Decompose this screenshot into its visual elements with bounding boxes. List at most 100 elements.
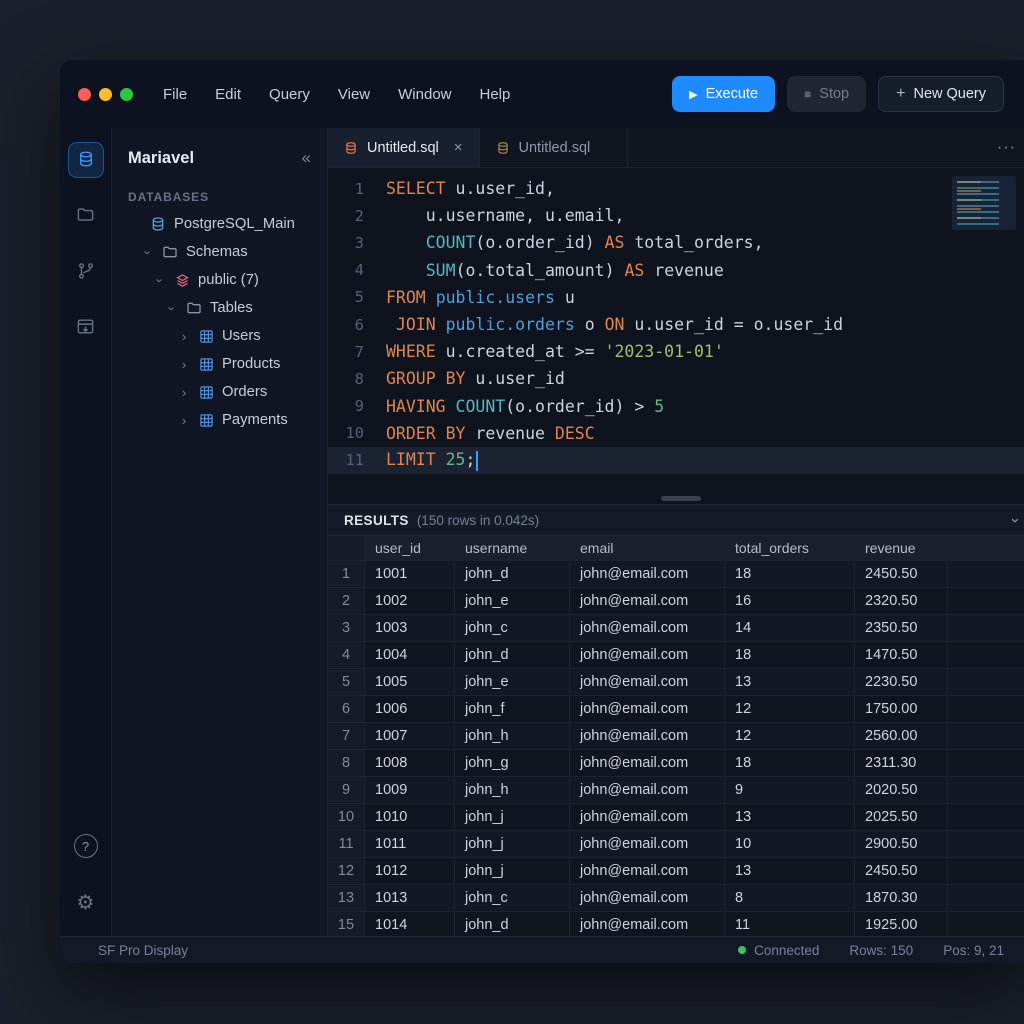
- chevron-down-icon[interactable]: ›: [1007, 518, 1024, 523]
- menu-item-help[interactable]: Help: [480, 86, 511, 103]
- table-cell[interactable]: 2320.50: [855, 588, 948, 614]
- table-cell[interactable]: 12: [725, 723, 855, 749]
- sql-editor[interactable]: 1SELECT u.user_id,2 u.username, u.email,…: [328, 168, 1024, 492]
- tree-item-orders[interactable]: ›Orders: [112, 378, 327, 406]
- table-row[interactable]: 101010john_jjohn@email.com132025.50: [328, 804, 1024, 831]
- table-cell[interactable]: john@email.com: [570, 642, 725, 668]
- new-query-button[interactable]: + New Query: [878, 76, 1004, 112]
- table-row[interactable]: 41004john_djohn@email.com181470.50: [328, 642, 1024, 669]
- row-number-cell[interactable]: 1: [328, 561, 365, 587]
- chevron-right-icon[interactable]: ›: [178, 329, 190, 344]
- chevron-right-icon[interactable]: ›: [178, 413, 190, 428]
- table-cell[interactable]: 9: [725, 777, 855, 803]
- table-cell[interactable]: john_e: [455, 669, 570, 695]
- tab-2[interactable]: Untitled.sql: [480, 128, 628, 167]
- rail-settings-button[interactable]: ⚙: [68, 884, 104, 920]
- column-header-revenue[interactable]: revenue: [855, 536, 948, 560]
- row-number-cell[interactable]: 13: [328, 885, 365, 911]
- table-cell[interactable]: john_d: [455, 561, 570, 587]
- table-cell[interactable]: 1013: [365, 885, 455, 911]
- table-cell[interactable]: 18: [725, 561, 855, 587]
- row-number-cell[interactable]: 6: [328, 696, 365, 722]
- collapse-sidebar-button[interactable]: «: [302, 148, 311, 168]
- table-cell[interactable]: 1014: [365, 912, 455, 936]
- column-header-total-orders[interactable]: total_orders: [725, 536, 855, 560]
- table-row[interactable]: 31003john_cjohn@email.com142350.50: [328, 615, 1024, 642]
- table-cell[interactable]: john_c: [455, 615, 570, 641]
- row-number-cell[interactable]: 5: [328, 669, 365, 695]
- minimize-window-button[interactable]: [99, 88, 112, 101]
- table-cell[interactable]: john_d: [455, 642, 570, 668]
- more-options-icon[interactable]: ···: [979, 128, 1024, 167]
- table-cell[interactable]: john_e: [455, 588, 570, 614]
- zoom-window-button[interactable]: [120, 88, 133, 101]
- table-cell[interactable]: 16: [725, 588, 855, 614]
- code-line-9[interactable]: 9HAVING COUNT(o.order_id) > 5: [328, 393, 1024, 420]
- row-number-cell[interactable]: 7: [328, 723, 365, 749]
- table-cell[interactable]: 2450.50: [855, 858, 948, 884]
- table-cell[interactable]: 1008: [365, 750, 455, 776]
- row-number-cell[interactable]: 15: [328, 912, 365, 936]
- table-cell[interactable]: john_j: [455, 858, 570, 884]
- row-number-cell[interactable]: 9: [328, 777, 365, 803]
- table-cell[interactable]: 1011: [365, 831, 455, 857]
- table-row[interactable]: 21002john_ejohn@email.com162320.50: [328, 588, 1024, 615]
- table-cell[interactable]: 2025.50: [855, 804, 948, 830]
- table-cell[interactable]: 1004: [365, 642, 455, 668]
- table-cell[interactable]: 8: [725, 885, 855, 911]
- table-cell[interactable]: 1010: [365, 804, 455, 830]
- tree-item-tables[interactable]: ›Tables: [112, 294, 327, 322]
- table-cell[interactable]: john@email.com: [570, 723, 725, 749]
- rail-files-button[interactable]: [68, 198, 104, 234]
- table-row[interactable]: 71007john_hjohn@email.com122560.00: [328, 723, 1024, 750]
- table-cell[interactable]: 1925.00: [855, 912, 948, 936]
- splitter-grip[interactable]: [661, 496, 701, 501]
- tree-item-schemas[interactable]: ›Schemas: [112, 238, 327, 266]
- code-line-3[interactable]: 3 COUNT(o.order_id) AS total_orders,: [328, 229, 1024, 256]
- table-cell[interactable]: 1006: [365, 696, 455, 722]
- table-cell[interactable]: 2450.50: [855, 561, 948, 587]
- table-cell[interactable]: 1870.30: [855, 885, 948, 911]
- table-row[interactable]: 81008john_gjohn@email.com182311.30: [328, 750, 1024, 777]
- row-number-cell[interactable]: 4: [328, 642, 365, 668]
- table-cell[interactable]: 1750.00: [855, 696, 948, 722]
- chevron-down-icon[interactable]: ›: [141, 246, 156, 258]
- table-cell[interactable]: john@email.com: [570, 885, 725, 911]
- menu-item-edit[interactable]: Edit: [215, 86, 241, 103]
- table-cell[interactable]: 2350.50: [855, 615, 948, 641]
- row-number-cell[interactable]: 10: [328, 804, 365, 830]
- table-cell[interactable]: 1005: [365, 669, 455, 695]
- table-cell[interactable]: 1003: [365, 615, 455, 641]
- table-cell[interactable]: john@email.com: [570, 669, 725, 695]
- table-cell[interactable]: 11: [725, 912, 855, 936]
- table-cell[interactable]: 14: [725, 615, 855, 641]
- table-cell[interactable]: 1002: [365, 588, 455, 614]
- table-cell[interactable]: john_j: [455, 804, 570, 830]
- table-cell[interactable]: 1470.50: [855, 642, 948, 668]
- table-row[interactable]: 91009john_hjohn@email.com92020.50: [328, 777, 1024, 804]
- code-line-6[interactable]: 6 JOIN public.orders o ON u.user_id = o.…: [328, 311, 1024, 338]
- table-row[interactable]: 61006john_fjohn@email.com121750.00: [328, 696, 1024, 723]
- rail-export-button[interactable]: [68, 310, 104, 346]
- table-cell[interactable]: 13: [725, 804, 855, 830]
- table-cell[interactable]: john@email.com: [570, 588, 725, 614]
- code-line-11[interactable]: 11LIMIT 25;: [328, 447, 1024, 474]
- table-cell[interactable]: 1007: [365, 723, 455, 749]
- table-cell[interactable]: 10: [725, 831, 855, 857]
- table-cell[interactable]: john_h: [455, 777, 570, 803]
- table-cell[interactable]: 2311.30: [855, 750, 948, 776]
- table-cell[interactable]: john_g: [455, 750, 570, 776]
- table-cell[interactable]: 13: [725, 858, 855, 884]
- column-header-email[interactable]: email: [570, 536, 725, 560]
- tree-item-users[interactable]: ›Users: [112, 322, 327, 350]
- table-cell[interactable]: 18: [725, 642, 855, 668]
- table-cell[interactable]: john_c: [455, 885, 570, 911]
- tree-item-postgresql-main[interactable]: PostgreSQL_Main: [112, 210, 327, 238]
- table-cell[interactable]: john_j: [455, 831, 570, 857]
- menu-item-file[interactable]: File: [163, 86, 187, 103]
- table-cell[interactable]: 2230.50: [855, 669, 948, 695]
- rail-help-button[interactable]: ?: [68, 828, 104, 864]
- table-row[interactable]: 151014john_djohn@email.com111925.00: [328, 912, 1024, 936]
- table-cell[interactable]: john@email.com: [570, 804, 725, 830]
- table-cell[interactable]: john@email.com: [570, 750, 725, 776]
